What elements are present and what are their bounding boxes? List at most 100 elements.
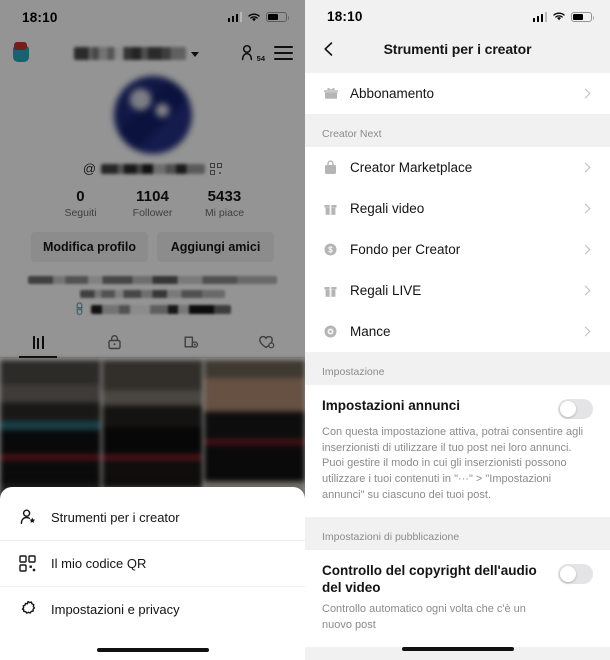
status-icons: [227, 11, 290, 23]
row-controllo-copyright[interactable]: Controllo del copyright dell'audio del v…: [305, 550, 610, 634]
section-header-impostazione: Impostazione: [322, 366, 385, 379]
creator-next-card: Creator Marketplace Regali video $ Fondo…: [305, 147, 610, 353]
sheet-item-label: Strumenti per i creator: [51, 509, 180, 525]
stat-label: Follower: [132, 207, 173, 219]
row-label: Creator Marketplace: [350, 160, 473, 176]
handle-row: @: [82, 161, 223, 176]
subscription-card: Abbonamento: [305, 73, 610, 115]
tab-posts[interactable]: [0, 327, 76, 357]
lock-private-icon: [108, 335, 121, 350]
row-abbonamento[interactable]: Abbonamento: [305, 73, 610, 114]
header-actions: 54: [241, 44, 293, 63]
battery-icon: [571, 11, 595, 23]
stat-likes[interactable]: 5433 Mi piace: [189, 188, 261, 219]
hamburger-menu-icon[interactable]: [274, 46, 293, 60]
bio-line-redacted: [28, 276, 277, 284]
chevron-right-icon: [580, 162, 591, 173]
copyright-toggle-switch[interactable]: [558, 564, 593, 585]
avatar[interactable]: [113, 76, 192, 154]
edit-profile-button[interactable]: Modifica profilo: [31, 232, 148, 262]
bottom-sheet-menu: Strumenti per i creator Il mio codice QR: [0, 486, 305, 660]
stat-value: 0: [76, 188, 85, 205]
stat-label: Mi piace: [204, 207, 245, 219]
stat-label: Seguiti: [64, 207, 97, 219]
bio-link-row[interactable]: 🔗: [28, 301, 277, 318]
publishing-settings-card: Controllo del copyright dell'audio del v…: [305, 550, 610, 647]
tab-reposts[interactable]: [153, 327, 229, 357]
chevron-right-icon: [580, 285, 591, 296]
status-bar-right: 18:10: [305, 0, 610, 34]
stat-followers[interactable]: 1104 Follower: [117, 188, 189, 219]
wifi-icon: [553, 12, 565, 21]
add-friends-button[interactable]: Aggiungi amici: [157, 232, 274, 262]
profile-stats: 0 Seguiti 1104 Follower 5433 Mi piace: [0, 188, 305, 219]
status-time: 18:10: [327, 9, 363, 25]
section-header-pubblicazione: Impostazioni di pubblicazione: [322, 531, 460, 544]
left-screen-profile: 18:10 54 @ 0 Seguiti 1104 Follower 5433 …: [0, 0, 305, 660]
add-friends-icon[interactable]: 54: [241, 44, 265, 63]
creator-tools-icon: [18, 508, 37, 527]
status-time: 18:10: [22, 9, 58, 25]
ads-title: Impostazioni annunci: [322, 398, 461, 414]
page-title: Strumenti per i creator: [383, 41, 532, 58]
ads-toggle-switch[interactable]: [558, 399, 593, 420]
stat-value: 5433: [207, 188, 242, 205]
sheet-item-creator-tools[interactable]: Strumenti per i creator: [0, 495, 305, 540]
sheet-item-label: Il mio codice QR: [51, 555, 147, 571]
sheet-item-settings-privacy[interactable]: Impostazioni e privacy: [0, 585, 305, 632]
profile-actions: Modifica profilo Aggiungi amici: [0, 232, 305, 262]
tips-coin-icon: [322, 323, 339, 340]
right-screen-creator-tools: 18:10 Strumenti per i creator Abbonament…: [305, 0, 610, 660]
subscription-icon: [322, 85, 339, 102]
sheet-item-my-qr-code[interactable]: Il mio codice QR: [0, 539, 305, 586]
page-header: Strumenti per i creator: [305, 33, 610, 66]
username-dropdown[interactable]: [32, 46, 241, 60]
chevron-down-icon: [191, 51, 199, 57]
chevron-right-icon: [580, 203, 591, 214]
battery-icon: [266, 11, 290, 23]
row-label: Regali LIVE: [350, 283, 422, 299]
row-regali-video[interactable]: Regali video: [305, 188, 610, 229]
gift-video-icon: [322, 200, 339, 217]
tab-private[interactable]: [76, 327, 152, 357]
copyright-title: Controllo del copyright dell'audio del v…: [322, 563, 537, 596]
repost-icon: [184, 336, 198, 348]
gift-live-icon: [322, 282, 339, 299]
home-indicator: [96, 647, 209, 652]
chevron-right-icon: [580, 326, 591, 337]
username-redacted: [74, 46, 186, 60]
at-symbol: @: [82, 161, 97, 176]
row-label: Mance: [350, 324, 391, 340]
profile-bio: 🔗: [0, 276, 305, 318]
qr-code-icon[interactable]: [210, 162, 223, 175]
status-bar-left: 18:10: [0, 0, 305, 34]
svg-text:$: $: [328, 246, 333, 255]
ads-settings-card: Impostazioni annunci Con questa impostaz…: [305, 385, 610, 518]
avatar-section: @: [0, 76, 305, 176]
row-label: Abbonamento: [350, 86, 435, 102]
stat-following[interactable]: 0 Seguiti: [45, 188, 117, 219]
bio-line-redacted: [80, 290, 225, 298]
row-regali-live[interactable]: Regali LIVE: [305, 270, 610, 311]
copyright-subtitle: Controllo automatico ogni volta che c'è …: [322, 602, 526, 631]
row-fondo-per-creator[interactable]: $ Fondo per Creator: [305, 229, 610, 270]
dollar-coin-icon: $: [322, 241, 339, 258]
signal-bars-icon: [227, 12, 242, 22]
stat-value: 1104: [136, 188, 169, 205]
ads-description: Con questa impostazione attiva, potrai c…: [322, 426, 584, 501]
row-mance[interactable]: Mance: [305, 311, 610, 352]
profile-header: 54: [0, 36, 305, 70]
heart-liked-icon: [259, 335, 275, 349]
row-impostazioni-annunci[interactable]: Impostazioni annunci: [305, 385, 610, 420]
friends-count-badge: 54: [256, 54, 265, 63]
shop-bag-icon[interactable]: [10, 42, 32, 64]
dual-screenshot-container: 18:10 54 @ 0 Seguiti 1104 Follower 5433 …: [0, 0, 610, 660]
row-creator-marketplace[interactable]: Creator Marketplace: [305, 147, 610, 188]
home-indicator: [401, 646, 514, 651]
signal-bars-icon: [532, 11, 547, 22]
section-header-creator-next: Creator Next: [322, 128, 382, 141]
tab-liked[interactable]: [229, 327, 305, 357]
link-icon: 🔗: [71, 301, 89, 318]
copyright-text-block: Controllo del copyright dell'audio del v…: [322, 563, 558, 634]
handle-redacted: [101, 163, 206, 174]
